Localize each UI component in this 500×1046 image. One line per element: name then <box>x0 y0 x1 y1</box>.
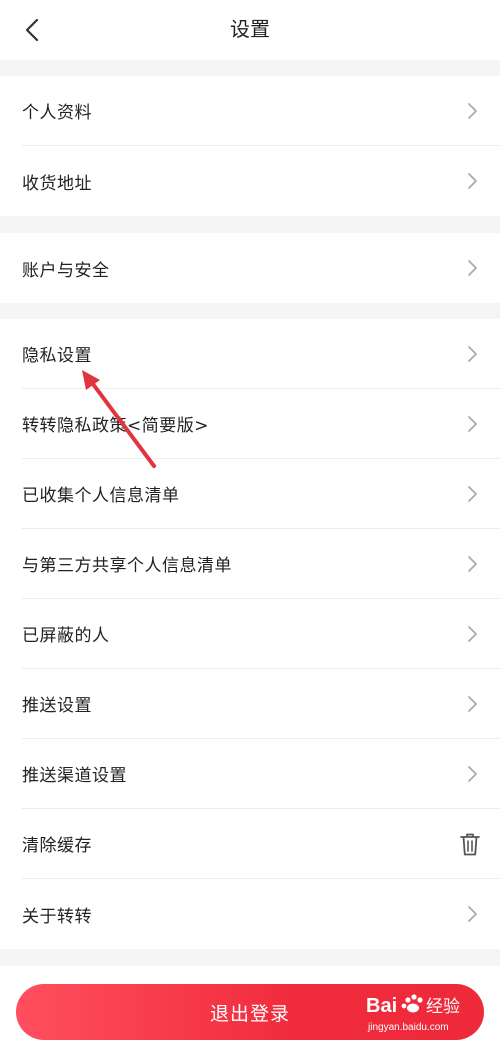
logout-label: 退出登录 <box>209 1002 290 1025</box>
setting-item-blocked-users[interactable]: 已屏蔽的人 <box>22 599 500 669</box>
section-account: 账户与安全 <box>0 233 500 303</box>
trash-icon[interactable] <box>458 831 482 857</box>
chevron-right-icon <box>468 766 477 782</box>
setting-item-shipping-address[interactable]: 收货地址 <box>22 146 500 216</box>
chevron-right-icon <box>468 416 477 432</box>
section-profile: 个人资料 收货地址 <box>0 76 500 216</box>
setting-item-label: 推送设置 <box>22 696 92 716</box>
chevron-right-icon <box>468 260 477 276</box>
setting-item-label: 推送渠道设置 <box>22 766 127 786</box>
chevron-right-icon <box>468 906 477 922</box>
setting-item-personal-info[interactable]: 个人资料 <box>22 76 500 146</box>
setting-item-shared-info[interactable]: 与第三方共享个人信息清单 <box>22 529 500 599</box>
setting-item-label: 清除缓存 <box>22 836 92 856</box>
logout-button[interactable]: 退出登录 <box>16 984 484 1040</box>
page-title: 设置 <box>230 17 270 41</box>
chevron-right-icon <box>468 173 477 189</box>
setting-item-label: 转转隐私政策<简要版> <box>22 416 209 436</box>
setting-item-label: 收货地址 <box>22 173 92 194</box>
setting-item-privacy-policy[interactable]: 转转隐私政策<简要版> <box>22 389 500 459</box>
chevron-right-icon <box>468 556 477 572</box>
setting-item-privacy[interactable]: 隐私设置 <box>22 319 500 389</box>
setting-item-collected-info[interactable]: 已收集个人信息清单 <box>22 459 500 529</box>
chevron-right-icon <box>468 626 477 642</box>
setting-item-label: 账户与安全 <box>22 260 110 281</box>
nav-header: 设置 <box>0 0 500 60</box>
section-privacy: 隐私设置 转转隐私政策<简要版> 已收集个人信息清单 与第三方共享个人信息清单 … <box>0 319 500 949</box>
setting-item-label: 隐私设置 <box>22 346 92 366</box>
setting-item-clear-cache[interactable]: 清除缓存 <box>22 809 500 879</box>
setting-item-label: 已收集个人信息清单 <box>22 486 180 506</box>
chevron-right-icon <box>468 486 477 502</box>
chevron-right-icon <box>468 696 477 712</box>
setting-item-push-channel[interactable]: 推送渠道设置 <box>22 739 500 809</box>
setting-item-label: 已屏蔽的人 <box>22 626 110 646</box>
chevron-right-icon <box>468 103 477 119</box>
setting-item-label: 个人资料 <box>22 103 92 123</box>
setting-item-push[interactable]: 推送设置 <box>22 669 500 739</box>
setting-item-label: 与第三方共享个人信息清单 <box>22 556 232 576</box>
setting-item-about[interactable]: 关于转转 <box>22 879 500 949</box>
setting-item-account-security[interactable]: 账户与安全 <box>22 233 500 303</box>
footer-bar: 退出登录 Bai 经验 jingyan.baidu.com <box>0 966 500 1046</box>
chevron-right-icon <box>468 346 477 362</box>
setting-item-label: 关于转转 <box>22 906 92 927</box>
